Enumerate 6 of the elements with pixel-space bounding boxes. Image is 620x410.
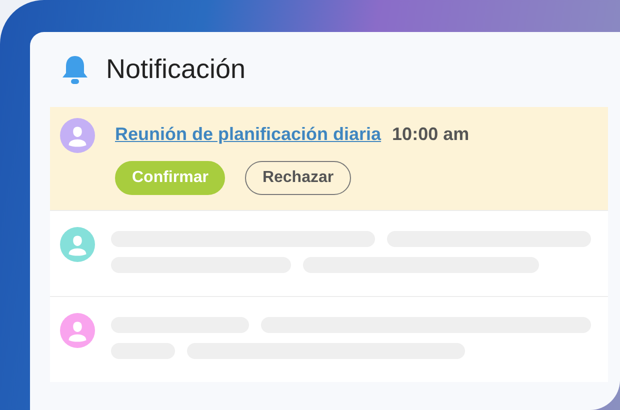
bell-icon <box>60 54 90 86</box>
event-time: 10:00 am <box>392 123 470 146</box>
panel-title: Notificación <box>106 53 246 86</box>
event-link[interactable]: Reunión de planificación diaria <box>115 121 382 148</box>
notification-item[interactable]: Reunión de planificación diaria 10:00 am Confirmar Rechazar <box>50 107 608 210</box>
reject-button[interactable]: Rechazar <box>245 161 351 195</box>
